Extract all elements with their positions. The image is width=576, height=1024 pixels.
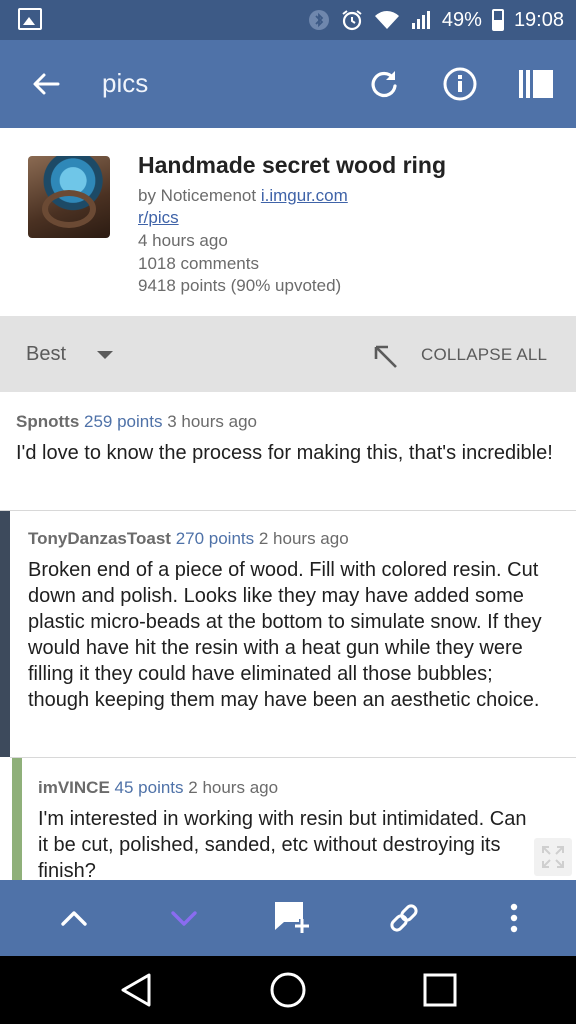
- comment-body: I'm interested in working with resin but…: [38, 808, 527, 880]
- comment-author[interactable]: TonyDanzasToast: [28, 529, 171, 548]
- comment[interactable]: imVINCE 45 points 2 hours ago I'm intere…: [22, 758, 576, 880]
- depth-indicator-bar: [0, 511, 10, 757]
- post-points: 9418 points (90% upvoted): [138, 276, 342, 295]
- comment-points: 259 points: [84, 412, 163, 431]
- comment-body: Broken end of a piece of wood. Fill with…: [28, 559, 542, 711]
- gallery-icon: [18, 8, 42, 30]
- comment-points: 45 points: [114, 778, 184, 797]
- battery-percent: 49%: [441, 8, 482, 31]
- post-comments-count: 1018 comments: [138, 254, 259, 273]
- post-domain-link[interactable]: i.imgur.com: [261, 186, 348, 205]
- status-bar: 49% 19:08: [0, 0, 576, 40]
- sort-dropdown[interactable]: Best: [26, 343, 66, 366]
- sort-bar: Best COLLAPSE ALL: [0, 316, 576, 392]
- bluetooth-icon: [308, 9, 330, 31]
- nav-recents-icon[interactable]: [420, 970, 460, 1010]
- post-byline: by Noticemenot i.imgur.com: [138, 186, 348, 206]
- expand-icon[interactable]: [534, 838, 572, 876]
- info-icon[interactable]: [438, 62, 482, 106]
- comment-age: 2 hours ago: [258, 529, 349, 548]
- chevron-down-icon[interactable]: [97, 351, 113, 359]
- comment-header: imVINCE 45 points 2 hours ago: [38, 778, 536, 798]
- comment-age: 2 hours ago: [188, 778, 279, 797]
- signal-icon: [410, 9, 432, 31]
- more-vert-icon[interactable]: [494, 898, 534, 938]
- chevron-up-icon[interactable]: [54, 898, 94, 938]
- status-icons: 49% 19:08: [308, 0, 564, 40]
- app-bar: pics: [0, 40, 576, 128]
- subreddit-title: pics: [102, 68, 149, 98]
- add-comment-icon[interactable]: [272, 898, 312, 938]
- wifi-icon: [374, 9, 400, 31]
- comment-toolbar: [0, 880, 576, 956]
- post-title[interactable]: Handmade secret wood ring: [138, 152, 446, 179]
- post-thumbnail[interactable]: [28, 156, 110, 238]
- battery-icon: [491, 9, 504, 31]
- collapse-all-button[interactable]: COLLAPSE ALL: [421, 345, 547, 365]
- clock: 19:08: [513, 8, 564, 31]
- comment-header: Spnotts 259 points 3 hours ago: [16, 412, 560, 432]
- post-age: 4 hours ago: [138, 231, 228, 250]
- link-icon[interactable]: [384, 898, 424, 938]
- system-nav-bar: [0, 956, 576, 1024]
- depth-indicator-bar: [12, 758, 22, 880]
- subreddit-link[interactable]: r/pics: [138, 208, 179, 228]
- collapse-arrow-icon[interactable]: [370, 341, 400, 371]
- comment-body: I'd love to know the process for making …: [16, 442, 553, 464]
- comment-age: 3 hours ago: [167, 412, 257, 431]
- comment-header: TonyDanzasToast 270 points 2 hours ago: [28, 529, 558, 549]
- post-header: Handmade secret wood ring by Noticemenot…: [0, 128, 576, 316]
- comment-author[interactable]: Spnotts: [16, 412, 79, 431]
- refresh-icon[interactable]: [362, 62, 406, 106]
- post-author: by Noticemenot: [138, 186, 257, 205]
- nav-home-icon[interactable]: [268, 970, 308, 1010]
- nav-back-icon[interactable]: [116, 970, 156, 1010]
- comment-points: 270 points: [175, 529, 255, 548]
- comment[interactable]: Spnotts 259 points 3 hours ago I'd love …: [0, 392, 576, 510]
- comment[interactable]: TonyDanzasToast 270 points 2 hours ago B…: [10, 511, 576, 757]
- back-arrow-icon[interactable]: [26, 64, 66, 104]
- alarm-icon: [340, 8, 364, 32]
- comment-author[interactable]: imVINCE: [38, 778, 110, 797]
- chevron-down-icon[interactable]: [164, 898, 204, 938]
- sidebar-icon[interactable]: [514, 62, 558, 106]
